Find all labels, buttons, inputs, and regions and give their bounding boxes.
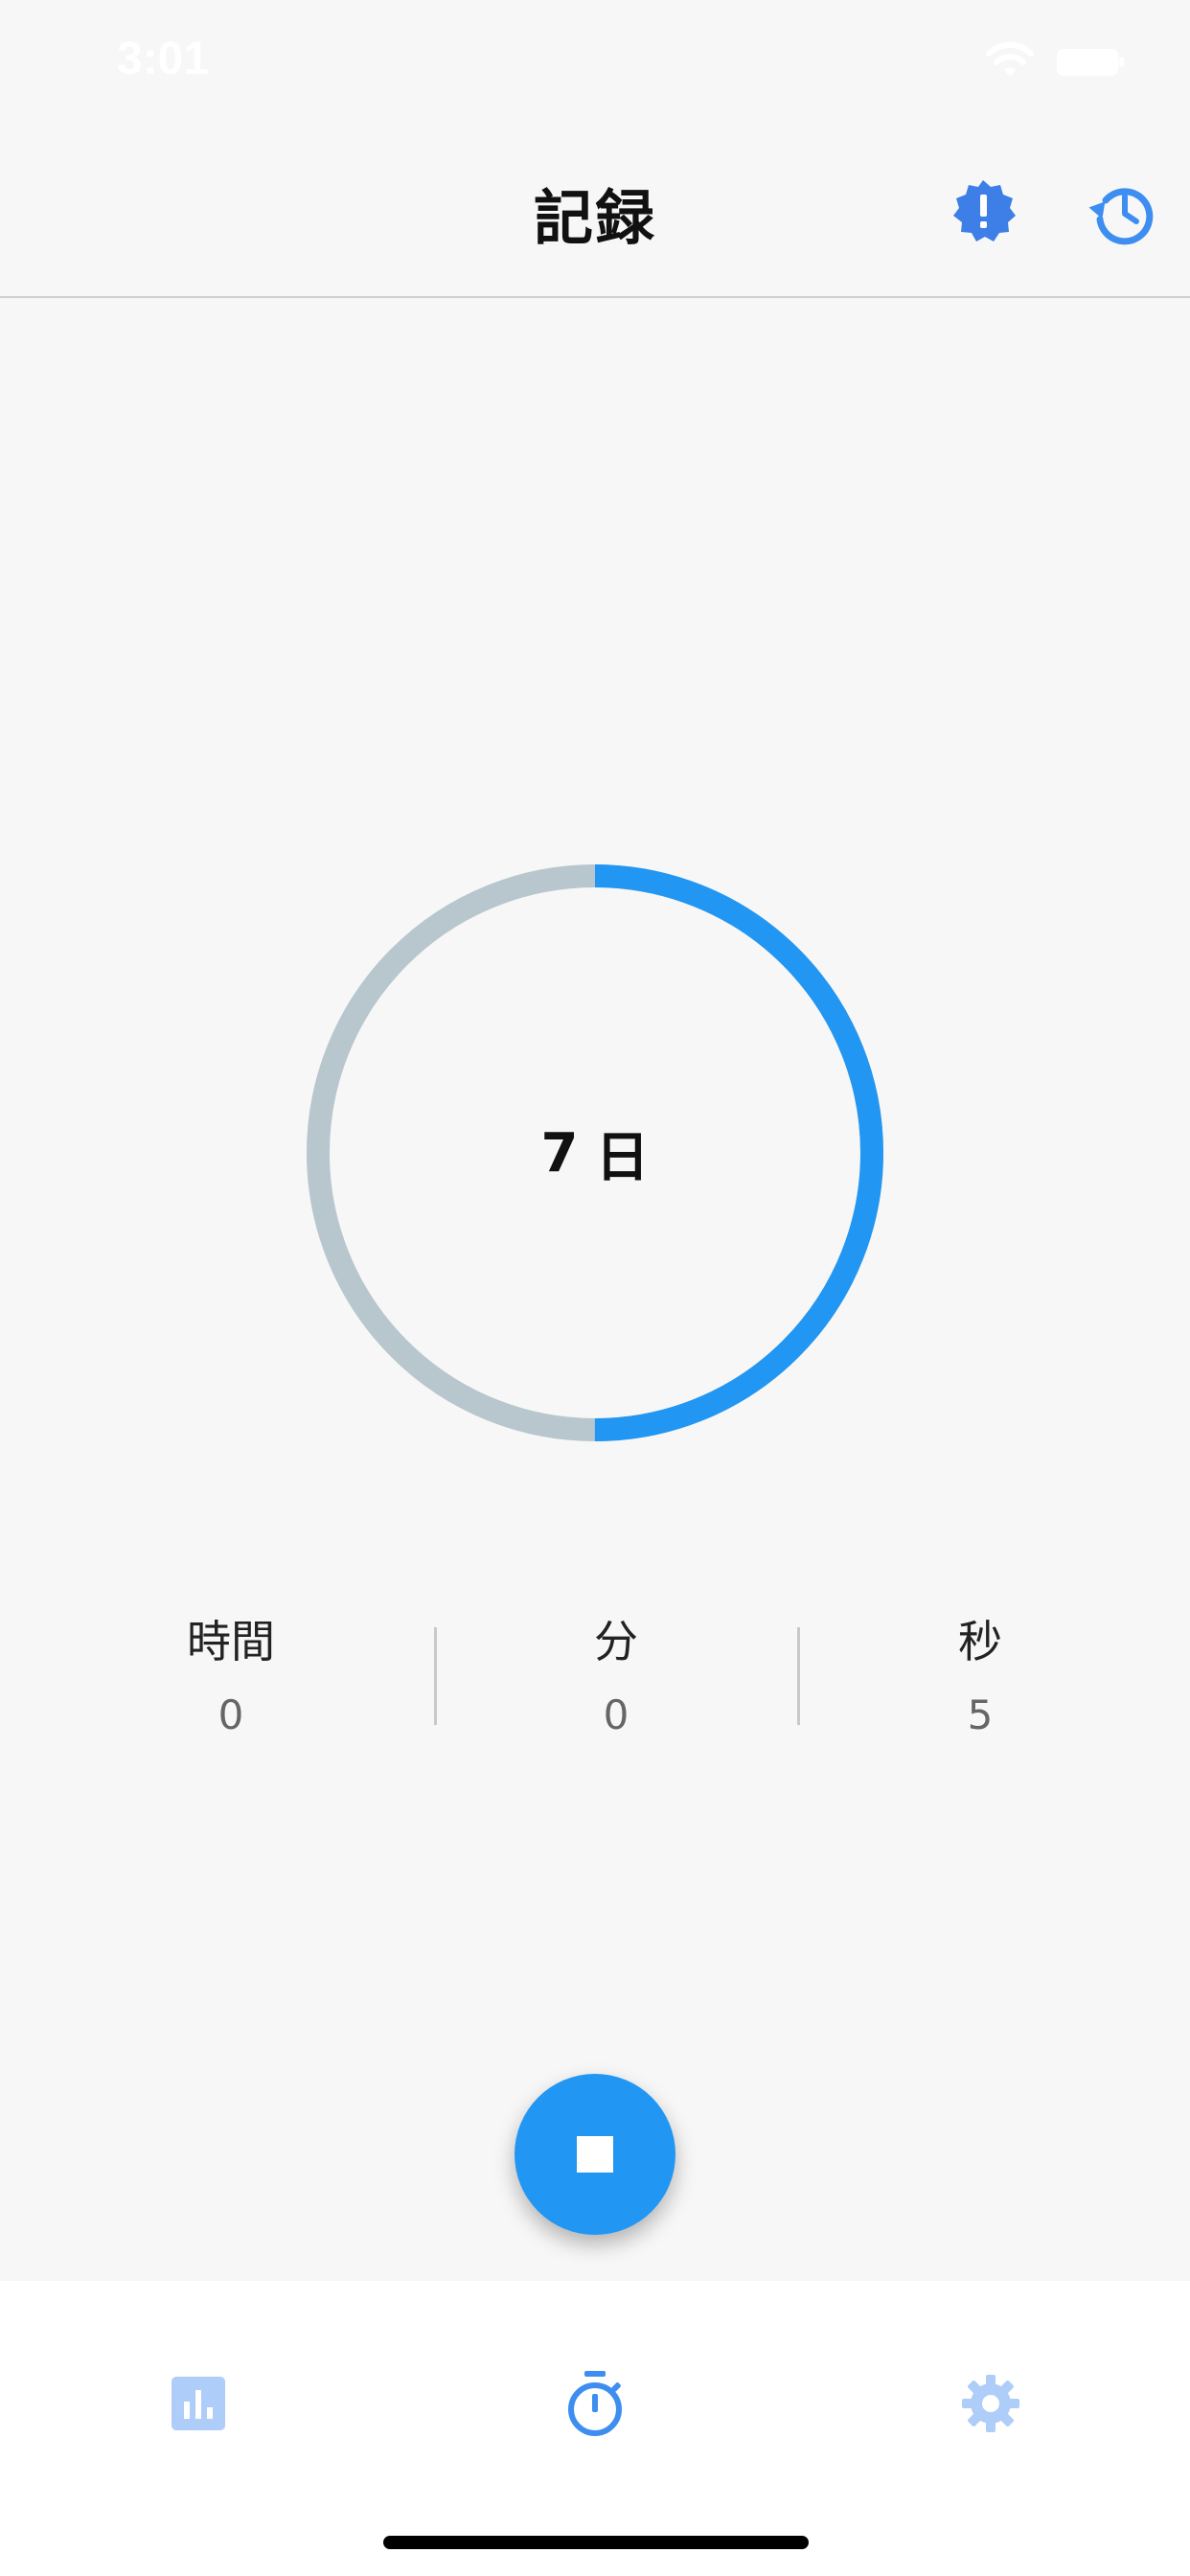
stopwatch-icon: [568, 2371, 622, 2436]
home-indicator: [383, 2536, 809, 2549]
battery-icon: [1057, 49, 1124, 76]
nav-item-stats[interactable]: [141, 2346, 256, 2461]
stat-label: 秒: [958, 1616, 1002, 1668]
stop-button[interactable]: [515, 2074, 675, 2235]
divider: [434, 1627, 437, 1725]
history-icon[interactable]: [1088, 177, 1157, 246]
alert-badge-icon[interactable]: [949, 177, 1018, 246]
divider: [797, 1627, 800, 1725]
progress-ring: 7日: [305, 862, 885, 1443]
bottom-nav: [0, 2281, 1190, 2576]
nav-item-timer[interactable]: [538, 2346, 652, 2461]
stat-label: 分: [594, 1616, 638, 1668]
nav-item-settings[interactable]: [933, 2346, 1048, 2461]
stat-value: 0: [603, 1691, 629, 1738]
stat-seconds: 秒 5: [836, 1608, 1124, 1742]
gear-icon: [962, 2375, 1019, 2432]
status-time: 3:01: [117, 34, 210, 84]
day-unit: 日: [595, 1126, 650, 1189]
stat-value: 5: [967, 1691, 994, 1738]
stat-hours: 時間 0: [87, 1608, 375, 1742]
day-count: 7: [540, 1121, 579, 1184]
stat-minutes: 分 0: [472, 1608, 760, 1742]
stat-value: 0: [217, 1691, 244, 1738]
app-header: 記録: [0, 129, 1190, 298]
bar-chart-icon: [172, 2377, 225, 2430]
elapsed-stats: 時間 0 分 0 秒 5: [0, 1608, 1190, 1752]
wifi-icon: [986, 42, 1034, 77]
stop-icon: [577, 2136, 613, 2173]
status-bar: 3:01: [0, 0, 1190, 129]
stat-label: 時間: [187, 1616, 275, 1668]
ring-label: 7日: [305, 862, 885, 1443]
